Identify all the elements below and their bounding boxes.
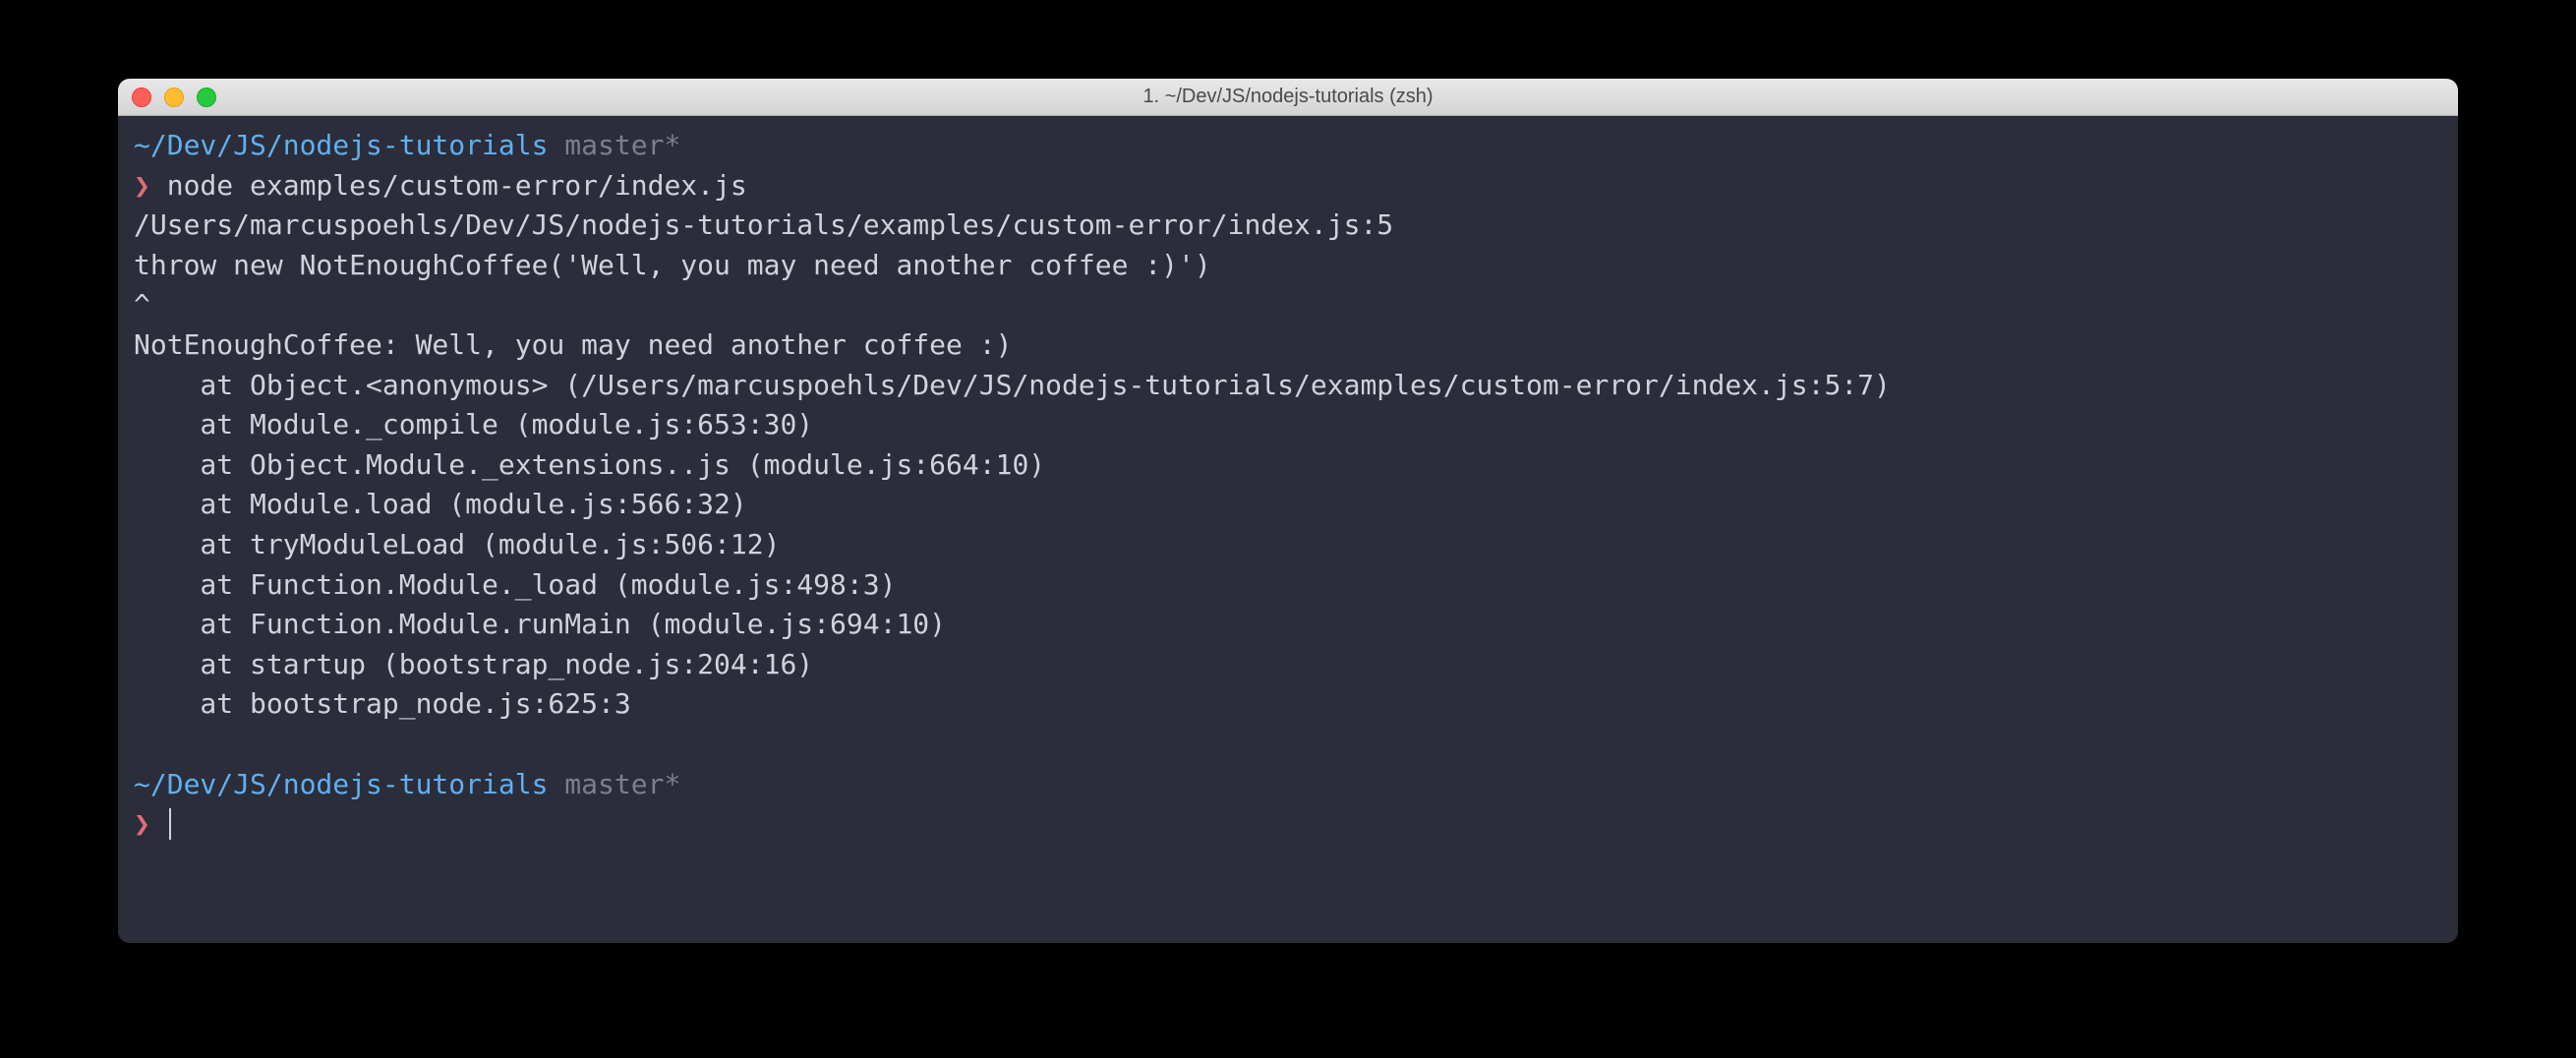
prompt-char: ❯ [134, 169, 150, 202]
terminal-window: 1. ~/Dev/JS/nodejs-tutorials (zsh) ~/Dev… [118, 79, 2458, 943]
titlebar[interactable]: 1. ~/Dev/JS/nodejs-tutorials (zsh) [118, 79, 2458, 116]
stack-trace-line: at Module._compile (module.js:653:30) [134, 405, 2442, 445]
git-branch: master* [564, 129, 680, 161]
stack-trace-line: at bootstrap_node.js:625:3 [134, 684, 2442, 725]
window-title: 1. ~/Dev/JS/nodejs-tutorials (zsh) [1142, 86, 1433, 108]
stack-trace-line: at Function.Module._load (module.js:498:… [134, 565, 2442, 606]
prompt-char: ❯ [134, 807, 150, 840]
command-line[interactable]: ❯ [134, 804, 2442, 845]
traffic-lights [132, 88, 216, 107]
command-text: node examples/custom-error/index.js [167, 169, 747, 202]
output-line: ^ [134, 285, 2442, 325]
prompt-line: ~/Dev/JS/nodejs-tutorials master* [134, 126, 2442, 166]
command-line: ❯ node examples/custom-error/index.js [134, 166, 2442, 206]
maximize-icon[interactable] [197, 88, 216, 107]
minimize-icon[interactable] [164, 88, 184, 107]
output-line: NotEnoughCoffee: Well, you may need anot… [134, 325, 2442, 366]
stack-trace-line: at startup (bootstrap_node.js:204:16) [134, 645, 2442, 685]
terminal-content[interactable]: ~/Dev/JS/nodejs-tutorials master*❯ node … [118, 116, 2458, 943]
stack-trace-line: at Module.load (module.js:566:32) [134, 485, 2442, 525]
stack-trace-line: at tryModuleLoad (module.js:506:12) [134, 525, 2442, 565]
prompt-path: ~/Dev/JS/nodejs-tutorials [134, 768, 548, 800]
blank-line [134, 725, 2442, 765]
prompt-path: ~/Dev/JS/nodejs-tutorials [134, 129, 548, 161]
stack-trace-line: at Function.Module.runMain (module.js:69… [134, 605, 2442, 645]
output-line: /Users/marcuspoehls/Dev/JS/nodejs-tutori… [134, 206, 2442, 246]
output-line: throw new NotEnoughCoffee('Well, you may… [134, 246, 2442, 286]
stack-trace-line: at Object.<anonymous> (/Users/marcuspoeh… [134, 366, 2442, 406]
close-icon[interactable] [132, 88, 151, 107]
prompt-line: ~/Dev/JS/nodejs-tutorials master* [134, 765, 2442, 805]
cursor-icon [169, 808, 171, 840]
git-branch: master* [564, 768, 680, 800]
stack-trace-line: at Object.Module._extensions..js (module… [134, 445, 2442, 486]
